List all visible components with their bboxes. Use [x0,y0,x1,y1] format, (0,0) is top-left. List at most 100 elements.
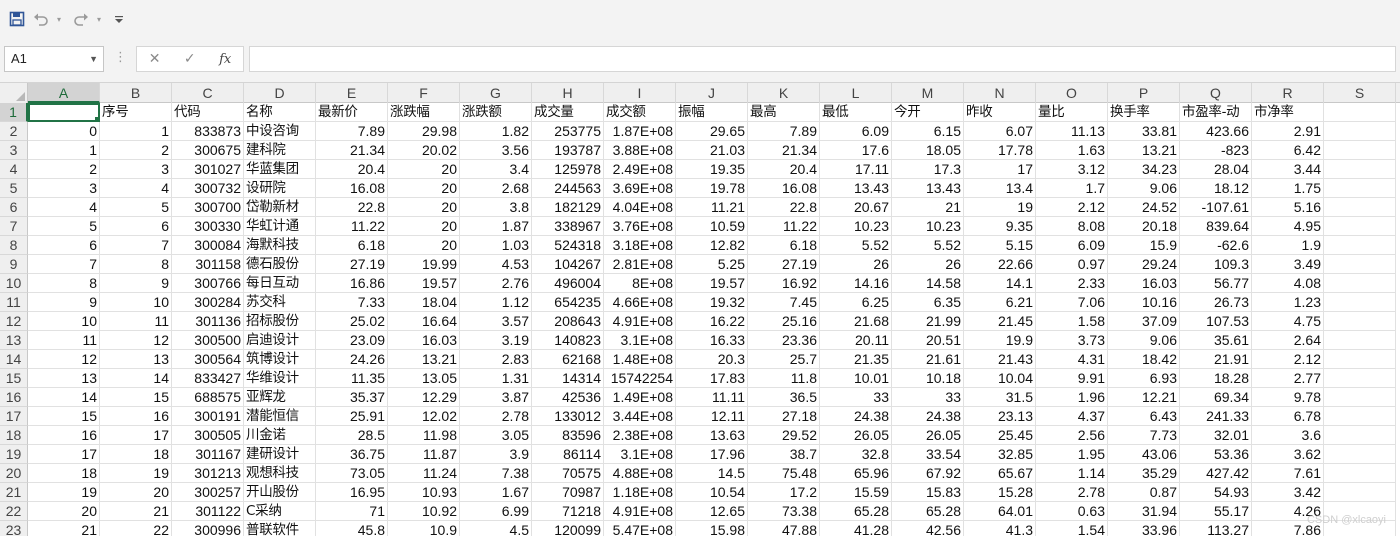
table-cell[interactable]: 10.59 [676,217,748,236]
table-cell[interactable]: 17.96 [676,445,748,464]
table-cell[interactable]: 300284 [172,293,244,312]
table-cell[interactable]: 2.33 [1036,274,1108,293]
table-cell[interactable]: 今开 [892,103,964,122]
table-cell[interactable]: 8 [100,255,172,274]
table-cell[interactable]: 12 [28,350,100,369]
table-cell[interactable]: 9 [100,274,172,293]
table-cell[interactable]: 11 [100,312,172,331]
table-cell[interactable]: 833873 [172,122,244,141]
table-cell[interactable]: 20.3 [676,350,748,369]
column-header-o[interactable]: O [1036,83,1108,103]
table-cell[interactable]: 0.87 [1108,483,1180,502]
table-cell[interactable]: 45.8 [316,521,388,536]
table-cell[interactable]: 31.5 [964,388,1036,407]
column-header-b[interactable]: B [100,83,172,103]
table-cell[interactable]: 6.09 [1036,236,1108,255]
table-cell[interactable]: 21.61 [892,350,964,369]
table-cell[interactable]: 33.81 [1108,122,1180,141]
table-cell[interactable]: 4.04E+08 [604,198,676,217]
table-cell[interactable]: 15.98 [676,521,748,536]
table-cell[interactable]: 1.82 [460,122,532,141]
table-cell[interactable]: 18.04 [388,293,460,312]
table-cell[interactable]: 启迪设计 [244,331,316,350]
table-cell[interactable]: 36.75 [316,445,388,464]
table-cell[interactable]: 140823 [532,331,604,350]
table-cell[interactable]: 5.52 [892,236,964,255]
row-header[interactable]: 23 [0,521,28,536]
table-cell[interactable]: 5.52 [820,236,892,255]
table-cell[interactable]: 21.35 [820,350,892,369]
table-cell[interactable]: 193787 [532,141,604,160]
table-cell[interactable]: 6.25 [820,293,892,312]
table-cell[interactable]: 839.64 [1180,217,1252,236]
table-cell[interactable]: 0.63 [1036,502,1108,521]
table-cell[interactable]: 41.3 [964,521,1036,536]
table-cell[interactable] [1324,350,1396,369]
table-cell[interactable]: 2.12 [1252,350,1324,369]
table-cell[interactable]: 2.76 [460,274,532,293]
table-cell[interactable]: 1.12 [460,293,532,312]
table-cell[interactable]: 4.91E+08 [604,502,676,521]
table-cell[interactable]: 12.02 [388,407,460,426]
row-header[interactable]: 8 [0,236,28,255]
table-cell[interactable]: 2.68 [460,179,532,198]
table-cell[interactable]: 54.93 [1180,483,1252,502]
table-cell[interactable]: 20 [388,217,460,236]
table-cell[interactable]: 109.3 [1180,255,1252,274]
table-cell[interactable]: 开山股份 [244,483,316,502]
table-cell[interactable]: 16.33 [676,331,748,350]
table-cell[interactable]: 56.77 [1180,274,1252,293]
table-cell[interactable]: 21.34 [748,141,820,160]
table-cell[interactable]: 2 [28,160,100,179]
table-cell[interactable]: 20 [388,236,460,255]
table-cell[interactable]: 15.9 [1108,236,1180,255]
undo-dropdown-icon[interactable]: ▾ [54,5,64,33]
table-cell[interactable]: 113.27 [1180,521,1252,536]
table-cell[interactable]: 5 [100,198,172,217]
column-header-i[interactable]: I [604,83,676,103]
column-header-c[interactable]: C [172,83,244,103]
table-cell[interactable]: 7.89 [748,122,820,141]
table-cell[interactable]: 16.95 [316,483,388,502]
column-header-k[interactable]: K [748,83,820,103]
chevron-down-icon[interactable]: ▼ [89,47,98,71]
table-cell[interactable]: 1 [100,122,172,141]
table-cell[interactable]: 6.15 [892,122,964,141]
table-cell[interactable]: 21.68 [820,312,892,331]
table-cell[interactable]: 14.1 [964,274,1036,293]
confirm-icon[interactable]: ✓ [184,51,196,67]
table-cell[interactable]: 10.93 [388,483,460,502]
table-cell[interactable] [1324,274,1396,293]
table-cell[interactable]: 6.42 [1252,141,1324,160]
table-cell[interactable]: 16.92 [748,274,820,293]
table-cell[interactable]: 9.91 [1036,369,1108,388]
table-cell[interactable]: 300700 [172,198,244,217]
table-cell[interactable]: 2.64 [1252,331,1324,350]
table-cell[interactable]: 观想科技 [244,464,316,483]
table-cell[interactable]: 11.21 [676,198,748,217]
table-cell[interactable]: 17 [964,160,1036,179]
table-cell[interactable]: 3.4 [460,160,532,179]
table-cell[interactable]: 26.05 [820,426,892,445]
table-cell[interactable]: 12.82 [676,236,748,255]
table-cell[interactable]: 19 [100,464,172,483]
table-cell[interactable]: 21.45 [964,312,1036,331]
table-cell[interactable]: 15.28 [964,483,1036,502]
table-cell[interactable]: 37.09 [1108,312,1180,331]
table-cell[interactable]: 3.73 [1036,331,1108,350]
table-cell[interactable]: 18.28 [1180,369,1252,388]
table-cell[interactable]: 241.33 [1180,407,1252,426]
table-cell[interactable]: 11.8 [748,369,820,388]
column-header-h[interactable]: H [532,83,604,103]
table-cell[interactable]: 33 [892,388,964,407]
table-cell[interactable]: 5.47E+08 [604,521,676,536]
table-cell[interactable]: 每日互动 [244,274,316,293]
table-cell[interactable]: 22.66 [964,255,1036,274]
row-header[interactable]: 14 [0,350,28,369]
table-cell[interactable]: 65.28 [892,502,964,521]
table-cell[interactable]: 3.1E+08 [604,331,676,350]
table-cell[interactable]: 23.13 [964,407,1036,426]
table-cell[interactable]: 振幅 [676,103,748,122]
table-cell[interactable]: 26.05 [892,426,964,445]
table-cell[interactable]: 12.29 [388,388,460,407]
